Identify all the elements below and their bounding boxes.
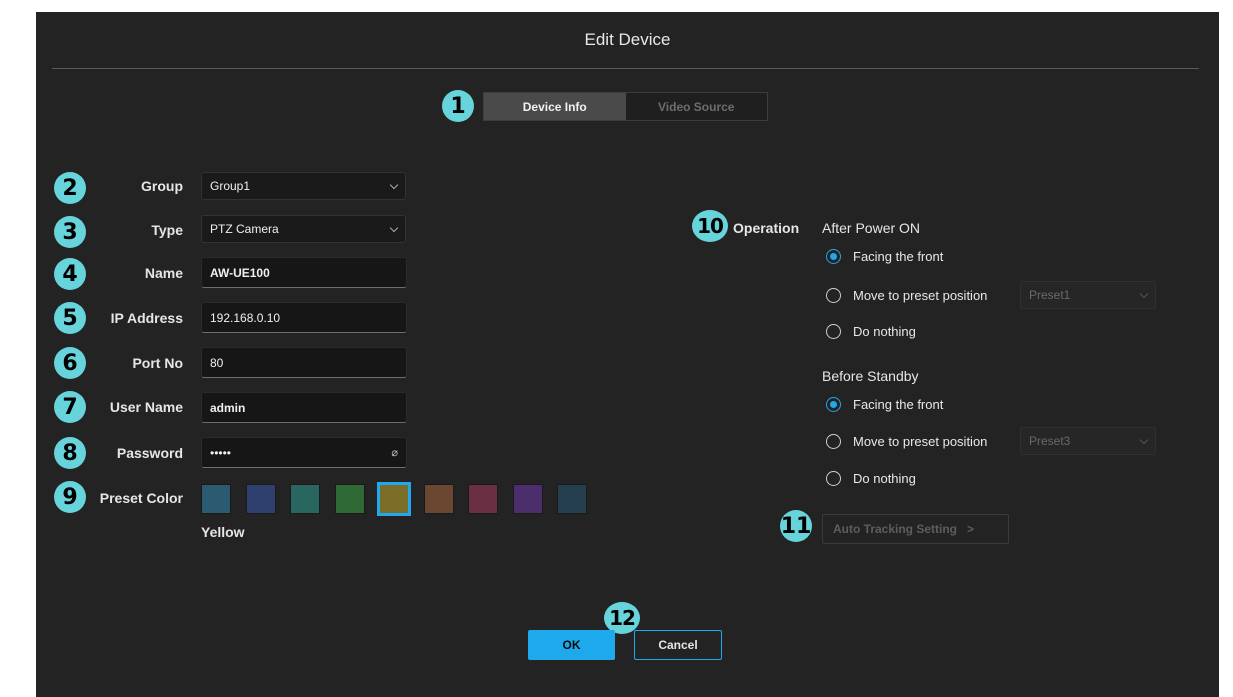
radio-before-facing-front[interactable]: Facing the front [826,397,943,412]
radio-after-do-nothing[interactable]: Do nothing [826,324,916,339]
auto-tracking-label: Auto Tracking Setting [833,522,958,536]
option-label: Facing the front [853,397,944,412]
callout-badge-9: 9 [54,481,86,513]
radio-after-preset[interactable]: Move to preset position [826,288,987,303]
name-input[interactable]: AW-UE100 [201,257,407,288]
color-swatch[interactable] [377,482,411,516]
callout-badge-8: 8 [54,437,86,469]
type-label: Type [151,222,183,238]
tab-bar: Device Info Video Source [483,92,768,121]
option-label: Move to preset position [853,434,988,449]
ok-button[interactable]: OK [528,630,615,660]
before-preset-value: Preset3 [1029,434,1071,448]
type-select[interactable]: PTZ Camera [201,215,406,243]
color-swatch[interactable] [201,484,231,514]
color-swatch[interactable] [468,484,498,514]
callout-badge-2: 2 [54,172,86,204]
password-value: ••••• [210,445,232,460]
dialog-title: Edit Device [584,30,671,49]
callout-badge-1: 1 [442,90,474,122]
selected-color-name: Yellow [201,524,245,540]
chevron-down-icon [1139,289,1149,298]
radio-before-do-nothing[interactable]: Do nothing [826,471,916,486]
chevron-down-icon [389,223,399,232]
color-swatch[interactable] [290,484,320,514]
tab-device-info[interactable]: Device Info [484,93,626,120]
operation-label: Operation [733,220,800,236]
ip-address-label: IP Address [110,310,183,326]
chevron-right-icon: > [967,522,975,536]
color-swatch[interactable] [245,484,276,514]
callout-badge-4: 4 [54,258,86,290]
radio-icon[interactable] [826,288,841,303]
user-name-label: User Name [109,399,183,415]
option-label: Facing the front [853,249,944,264]
group-value: Group1 [210,179,251,193]
callout-badge-5: 5 [54,302,86,334]
radio-icon[interactable] [826,434,841,449]
after-preset-select[interactable]: Preset1 [1020,281,1156,309]
callout-badge-3: 3 [54,216,86,248]
auto-tracking-setting-button[interactable]: Auto Tracking Setting > [822,514,1009,544]
after-preset-value: Preset1 [1029,288,1071,302]
radio-selected-icon[interactable] [826,397,841,412]
name-label: Name [144,265,183,281]
radio-icon[interactable] [826,471,841,486]
user-name-input[interactable]: admin [201,392,407,423]
before-standby-title: Before Standby [822,368,919,384]
callout-badge-6: 6 [54,347,86,379]
preset-color-label: Preset Color [99,490,183,506]
before-preset-select[interactable]: Preset3 [1020,427,1156,455]
callout-badge-11: 11 [780,510,812,542]
type-value: PTZ Camera [210,222,279,236]
callout-badge-10: 10 [692,210,728,242]
option-label: Move to preset position [853,288,988,303]
after-power-on-title: After Power ON [822,220,921,236]
chevron-down-icon [389,180,399,189]
cancel-button[interactable]: Cancel [634,630,722,660]
option-label: Do nothing [853,471,916,486]
radio-icon[interactable] [826,324,841,339]
color-swatch[interactable] [557,484,587,514]
password-input[interactable]: ••••• ⌀ [201,437,407,468]
group-label: Group [141,178,183,194]
color-swatch[interactable] [423,484,454,514]
color-swatch[interactable] [334,484,365,514]
edit-device-dialog: Edit Device 1 Device Info Video Source 2… [36,12,1219,697]
callout-badge-7: 7 [54,391,86,423]
radio-selected-icon[interactable] [826,249,841,264]
radio-before-preset[interactable]: Move to preset position [826,434,987,449]
chevron-down-icon [1139,435,1149,444]
option-label: Do nothing [853,324,916,339]
color-swatch[interactable] [512,484,543,514]
tab-video-source[interactable]: Video Source [626,93,768,120]
password-label: Password [116,445,183,461]
port-input[interactable]: 80 [201,347,407,378]
title-divider [52,68,1199,69]
group-select[interactable]: Group1 [201,172,406,200]
eye-off-icon[interactable]: ⌀ [391,446,398,459]
port-label: Port No [132,355,183,371]
radio-after-facing-front[interactable]: Facing the front [826,249,943,264]
ip-address-input[interactable]: 192.168.0.10 [201,302,407,333]
